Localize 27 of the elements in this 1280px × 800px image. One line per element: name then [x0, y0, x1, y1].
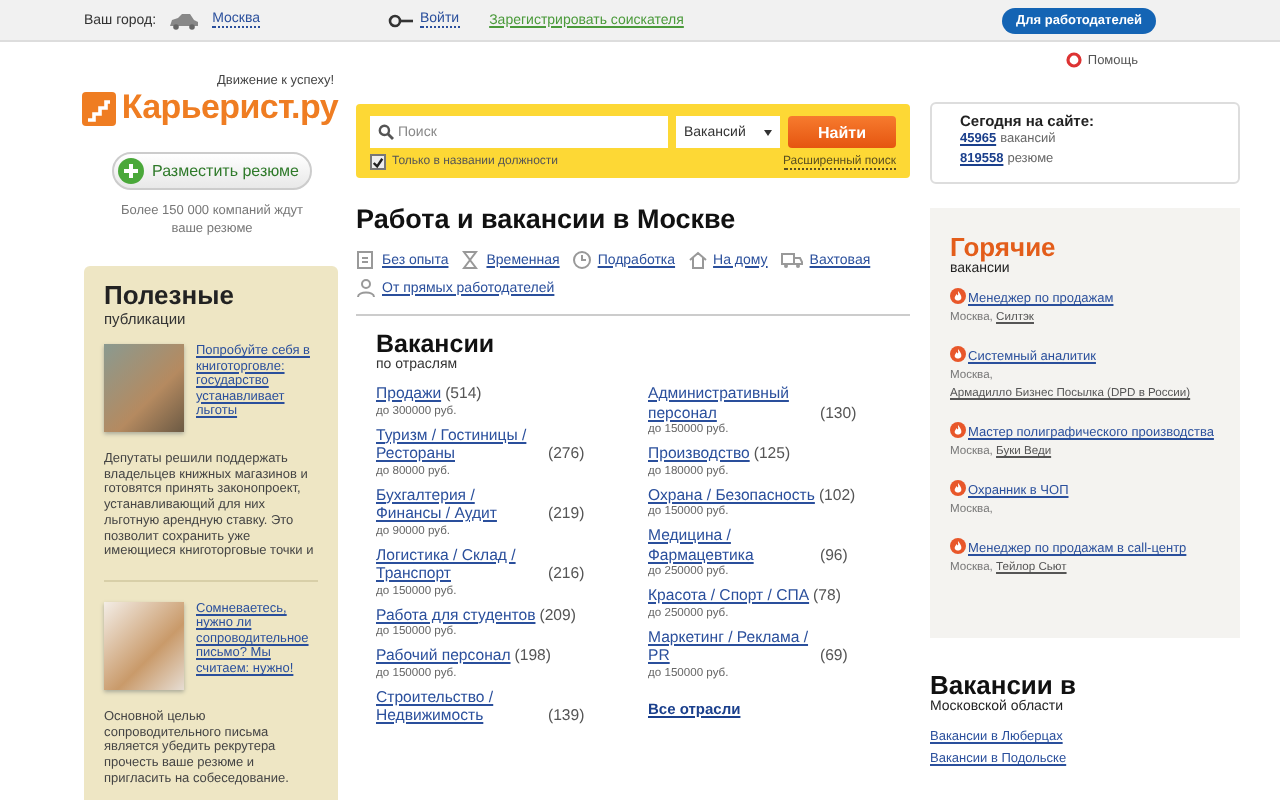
flame-icon — [950, 538, 966, 554]
person-icon — [356, 278, 376, 298]
clock-icon — [571, 250, 592, 270]
flame-icon — [950, 422, 966, 438]
caret-icon — [764, 129, 772, 135]
page-heading: Работа и вакансии в Москве — [356, 204, 738, 234]
publications-title: Полезные — [104, 280, 236, 310]
car-icon — [168, 11, 201, 29]
plus-icon — [118, 158, 144, 184]
lifebuoy-icon — [1065, 52, 1082, 68]
checkbox[interactable] — [370, 154, 386, 170]
photo-placeholder — [104, 601, 184, 690]
flame-icon — [950, 346, 966, 362]
stairs-logo-icon — [81, 91, 116, 125]
search-icon — [378, 124, 394, 140]
industries-title: Вакансии — [376, 330, 497, 358]
flame-icon — [950, 480, 966, 496]
truck-icon — [779, 250, 804, 270]
document-icon — [356, 250, 376, 270]
post-resume-button[interactable]: Разместить резюме — [112, 152, 313, 190]
region-title: Вакансии в — [930, 670, 1079, 700]
hot-title: Горячие — [950, 232, 1058, 262]
photo-placeholder — [104, 344, 184, 432]
hourglass-icon — [460, 250, 481, 270]
flame-icon — [950, 288, 966, 304]
house-icon — [687, 250, 708, 270]
key-icon — [387, 13, 414, 27]
